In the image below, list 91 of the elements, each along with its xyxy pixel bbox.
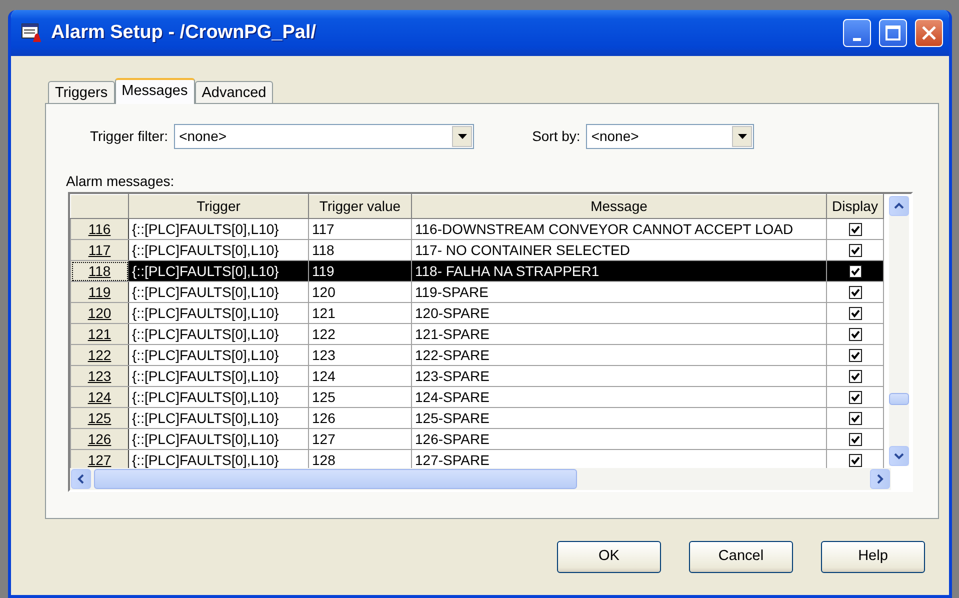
table-cell: {::[PLC]FAULTS[0],L10} (128, 302, 308, 324)
scroll-right-button[interactable] (870, 469, 890, 489)
table-cell: {::[PLC]FAULTS[0],L10} (128, 408, 308, 428)
table-cell: 127 (308, 428, 412, 450)
display-checkbox[interactable] (848, 349, 862, 362)
table-cell: 120-SPARE (412, 302, 826, 324)
sort-by-dropdown[interactable]: <none> (586, 124, 754, 149)
maximize-icon (885, 25, 901, 41)
dialog-button[interactable]: OK (557, 541, 661, 573)
table-cell: {::[PLC]FAULTS[0],L10} (128, 282, 308, 302)
table-cell: 120 (308, 282, 412, 302)
scrollbar-thumb[interactable] (94, 469, 577, 489)
table-cell: {::[PLC]FAULTS[0],L10} (128, 344, 308, 366)
scroll-down-button[interactable] (889, 446, 909, 466)
column-header[interactable]: Display (826, 194, 884, 218)
dialog-button[interactable]: Help (821, 541, 925, 573)
horizontal-scrollbar[interactable] (70, 468, 891, 490)
table-cell: 122 (308, 324, 412, 344)
scroll-left-button[interactable] (71, 469, 91, 489)
sort-by-label: Sort by: (532, 127, 580, 146)
column-header[interactable]: Message (412, 194, 826, 218)
dialog-button[interactable]: Cancel (689, 541, 793, 573)
row-number: 126 (70, 428, 128, 450)
display-checkbox[interactable] (848, 328, 862, 342)
scroll-up-button[interactable] (889, 196, 909, 216)
display-checkbox[interactable] (848, 244, 862, 258)
table-cell: {::[PLC]FAULTS[0],L10} (128, 260, 308, 282)
dropdown-arrow-icon[interactable] (738, 134, 747, 139)
table-cell: 122-SPARE (412, 344, 826, 366)
table-cell: 117 (308, 218, 412, 240)
table-cell: 125 (308, 386, 412, 408)
display-checkbox[interactable] (848, 307, 862, 320)
table-cell: 118- FALHA NA STRAPPER1 (412, 260, 826, 282)
row-number: 117 (70, 240, 128, 260)
table-cell: {::[PLC]FAULTS[0],L10} (128, 386, 308, 408)
window-title: Alarm Setup - /CrownPG_Pal/ (51, 20, 317, 45)
column-header[interactable]: Trigger (128, 194, 308, 218)
close-icon (921, 25, 937, 41)
display-checkbox[interactable] (848, 223, 862, 236)
alarm-setup-icon (21, 23, 43, 43)
table-cell: 119-SPARE (412, 282, 826, 302)
table-cell: 123-SPARE (412, 366, 826, 386)
dropdown-arrow-icon[interactable] (458, 134, 467, 139)
row-number: 118 (70, 260, 128, 282)
table-cell: 121-SPARE (412, 324, 826, 344)
display-checkbox[interactable] (848, 370, 862, 384)
table-cell: {::[PLC]FAULTS[0],L10} (128, 218, 308, 240)
trigger-filter-label: Trigger filter: (90, 127, 168, 146)
display-checkbox[interactable] (848, 286, 862, 300)
row-number: 124 (70, 386, 128, 408)
row-number: 127 (70, 450, 128, 468)
tab[interactable]: Advanced (194, 81, 274, 103)
trigger-filter-dropdown[interactable]: <none> (174, 124, 474, 149)
left-chevron-icon (77, 474, 85, 484)
table-cell: 121 (308, 302, 412, 324)
display-checkbox[interactable] (848, 412, 862, 426)
display-checkbox[interactable] (848, 391, 862, 404)
table-cell: 124 (308, 366, 412, 386)
row-number: 120 (70, 302, 128, 324)
table-cell: 125-SPARE (412, 408, 826, 428)
table-cell: 124-SPARE (412, 386, 826, 408)
row-number: 123 (70, 366, 128, 386)
tab[interactable]: Triggers (48, 81, 115, 103)
table-cell: {::[PLC]FAULTS[0],L10} (128, 366, 308, 386)
down-chevron-icon (894, 452, 904, 460)
row-number: 121 (70, 324, 128, 344)
tab[interactable]: Messages (114, 78, 195, 104)
table-cell: 123 (308, 344, 412, 366)
row-number: 116 (70, 218, 128, 240)
display-checkbox[interactable] (848, 265, 862, 278)
maximize-button[interactable] (879, 19, 907, 47)
row-number: 125 (70, 408, 128, 428)
up-chevron-icon (894, 202, 904, 210)
table-cell: {::[PLC]FAULTS[0],L10} (128, 324, 308, 344)
table-cell: 116-DOWNSTREAM CONVEYOR CANNOT ACCEPT LOAD (412, 218, 826, 240)
display-checkbox[interactable] (848, 433, 862, 446)
alarm-messages-label: Alarm messages: (66, 172, 176, 191)
table-cell: 126-SPARE (412, 428, 826, 450)
table-cell: {::[PLC]FAULTS[0],L10} (128, 428, 308, 450)
table-cell: 126 (308, 408, 412, 428)
vertical-scrollbar[interactable] (889, 196, 909, 466)
row-number: 119 (70, 282, 128, 302)
row-number: 122 (70, 344, 128, 366)
table-cell: 119 (308, 260, 412, 282)
display-checkbox[interactable] (848, 454, 862, 468)
column-header[interactable]: Trigger value (308, 194, 412, 218)
right-chevron-icon (876, 474, 884, 484)
close-button[interactable] (915, 19, 943, 47)
scrollbar-thumb[interactable] (889, 393, 909, 405)
minimize-icon (853, 38, 861, 40)
minimize-button[interactable] (843, 19, 871, 47)
